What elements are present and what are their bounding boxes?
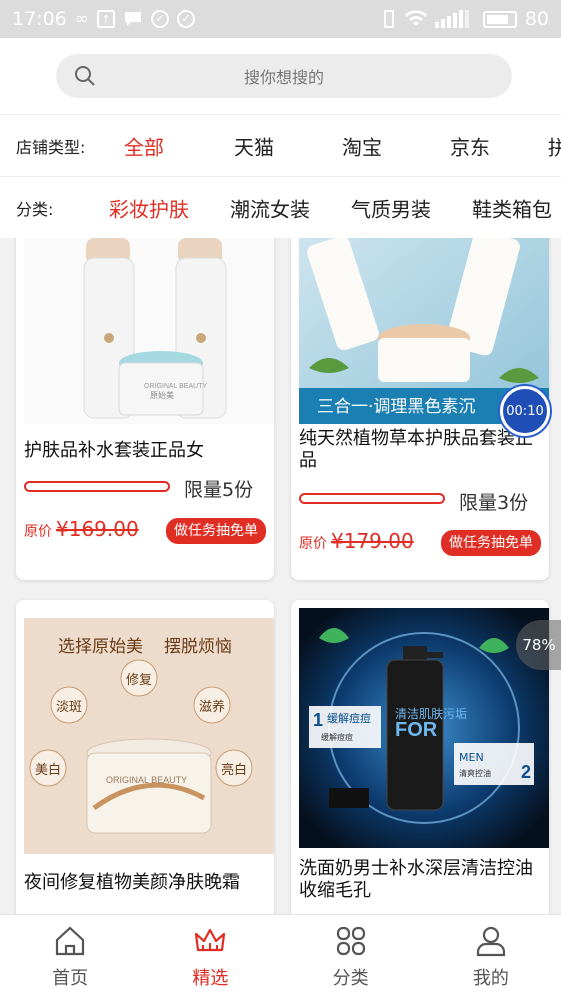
image-benefit-1: 缓解痘痘 [327,711,371,725]
image-benefit-2: MEN [459,751,484,764]
price-line: 原价 ¥179.00 [299,529,414,553]
product-title[interactable]: 夜间修复植物美颜净肤晚霜 [24,872,270,894]
nav-profile-label: 我的 [472,968,509,989]
product-card[interactable]: 选择原始美 摆脱烦恼 修复 淡斑 滋养 美白 亮白 ORIGINAL BEAUT… [16,600,274,914]
status-right: 80 [381,8,549,30]
nav-featured[interactable]: 精选 [140,915,280,999]
nav-profile[interactable]: 我的 [421,915,561,999]
image-tag-2: 淡斑 [56,700,82,715]
search-icon [75,66,95,86]
store-option-tmall[interactable]: 天猫 [234,131,274,160]
home-icon [56,926,85,956]
price-line: 原价 ¥169.00 [24,517,139,541]
bottom-nav: 首页 精选 分类 我的 [0,914,561,999]
product-image-brand: 原始美 [150,390,174,400]
product-image[interactable]: 清洁肌肤污垢 FOR 1 缓解痘痘 缓解痘痘 MEN 清爽控油 2 [299,608,549,848]
search-area: 搜你想搜的 [0,38,561,114]
image-tag-5: 亮白 [221,762,247,778]
image-tag-4: 美白 [35,762,61,778]
battery-level: 80 [524,8,549,30]
nav-category[interactable]: 分类 [281,915,421,999]
category-label: 分类: [16,199,54,219]
battery-fill [486,14,508,24]
signal-icon [434,10,475,28]
limit-text: 限量3份 [459,492,529,514]
nav-home-label: 首页 [52,968,89,989]
search-input[interactable]: 搜你想搜的 [56,54,512,98]
original-price: ¥179.00 [331,529,414,553]
task-button[interactable]: 做任务抽免单 [166,518,266,544]
image-benefit-1-sub: 缓解痘痘 [321,732,353,742]
check-circle-icon: ✓ [150,10,169,28]
nav-home[interactable]: 首页 [0,915,140,999]
product-image[interactable]: 选择原始美 摆脱烦恼 修复 淡斑 滋养 美白 亮白 ORIGINAL BEAUT… [24,618,274,854]
memory-usage-bubble[interactable]: 78% [516,620,561,670]
store-option-taobao[interactable]: 淘宝 [342,131,382,160]
infinity-icon: ∞ [74,9,89,29]
status-time: 17:06 [12,8,67,30]
limit-progress-bar [24,481,170,492]
image-brand-en: ORIGINAL BEAUTY [106,775,187,785]
category-option-women[interactable]: 潮流女装 [230,193,310,222]
task-button[interactable]: 做任务抽免单 [441,530,541,556]
nav-category-label: 分类 [332,968,369,989]
store-type-label: 店铺类型: [16,137,86,157]
upload-icon: ↑ [96,10,115,28]
product-title[interactable]: 纯天然植物草本护肤品套装正品 [299,428,545,472]
limit-progress-bar [299,493,445,504]
store-option-jd[interactable]: 京东 [450,131,490,160]
image-tag-3: 滋养 [199,699,225,715]
store-type-filter: 店铺类型: 全部 天猫 淘宝 京东 拼 [0,114,561,176]
battery-icon [482,10,517,28]
status-left: 17:06 ∞ ↑ ✓ ✓ [12,8,195,30]
product-title[interactable]: 护肤品补水套装正品女 [24,440,270,462]
category-option-men[interactable]: 气质男装 [351,193,431,222]
product-image[interactable]: ORIGINAL BEAUTY 原始美 [24,238,274,424]
product-card[interactable]: 清洁肌肤污垢 FOR 1 缓解痘痘 缓解痘痘 MEN 清爽控油 2 洗面奶男士补… [291,600,549,914]
category-icon [336,926,365,956]
image-headline-2: 摆脱烦恼 [164,637,232,657]
category-option-shoes-bags[interactable]: 鞋类箱包 [472,193,561,222]
product-image-brand-en: ORIGINAL BEAUTY [144,383,207,390]
status-bar: 17:06 ∞ ↑ ✓ ✓ 80 [0,0,561,38]
category-filter: 分类: 彩妆护肤 潮流女装 气质男装 鞋类箱包 [0,176,561,238]
store-option-more[interactable]: 拼 [548,131,561,160]
wifi-icon [404,10,427,28]
store-option-all[interactable]: 全部 [124,131,164,160]
message-icon [123,10,143,28]
search-placeholder: 搜你想搜的 [243,68,324,87]
product-image-caption: 三合一·调理黑色素沉 [317,397,475,417]
original-price-label: 原价 [299,536,327,552]
limit-text: 限量5份 [184,479,254,501]
vibrate-icon [381,9,397,29]
image-step-1: 1 [313,710,323,730]
product-card[interactable]: ORIGINAL BEAUTY 原始美 护肤品补水套装正品女 限量5份 原价 ¥… [16,238,274,580]
countdown-timer-bubble[interactable]: 00:10 [500,386,550,436]
original-price-label: 原价 [24,524,52,540]
image-tag-1: 修复 [126,673,152,688]
check-circle-icon: ✓ [176,10,195,28]
image-benefit-2-sub: 清爽控油 [459,768,491,778]
image-brand-men: FOR [395,719,438,741]
nav-featured-label: 精选 [192,968,229,989]
image-headline-1: 选择原始美 [58,637,143,657]
image-step-2: 2 [521,762,531,782]
crown-icon [195,928,226,952]
user-icon [476,926,505,957]
product-grid: ORIGINAL BEAUTY 原始美 护肤品补水套装正品女 限量5份 原价 ¥… [0,238,561,914]
category-option-makeup[interactable]: 彩妆护肤 [109,193,189,222]
product-title[interactable]: 洗面奶男士补水深层清洁控油收缩毛孔 [299,858,545,902]
original-price: ¥169.00 [56,517,139,541]
